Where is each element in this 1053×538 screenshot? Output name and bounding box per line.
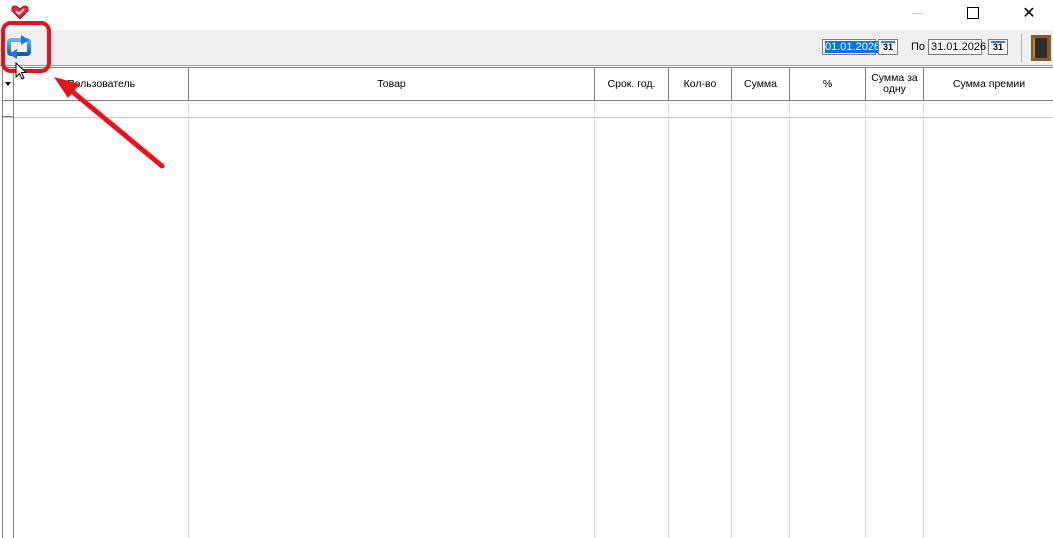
mouse-cursor-icon <box>15 62 28 80</box>
annotation-arrow-icon <box>54 77 165 169</box>
